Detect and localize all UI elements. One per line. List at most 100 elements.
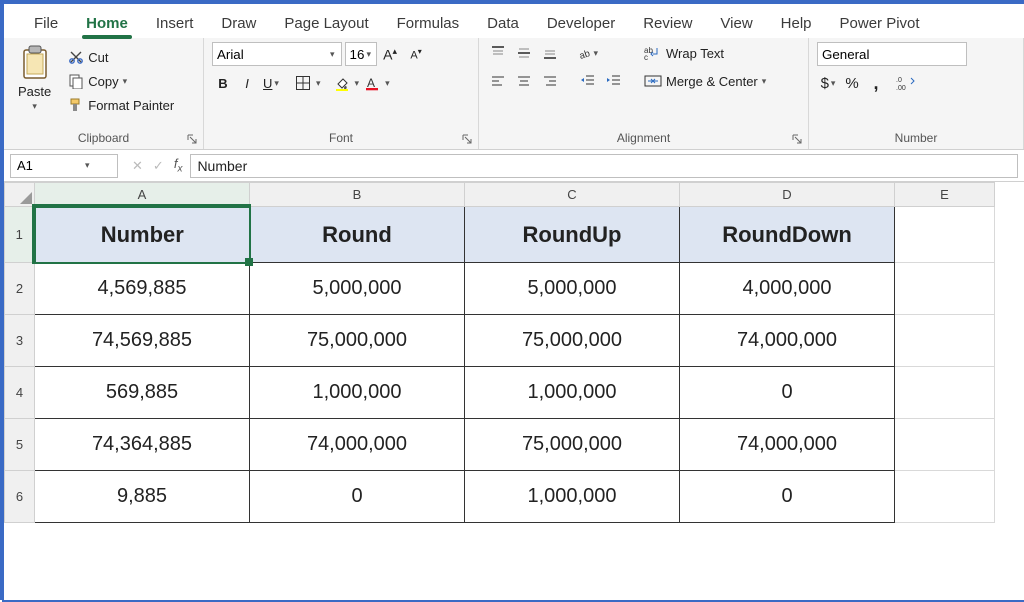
tab-data[interactable]: Data: [473, 9, 533, 38]
cell-B6[interactable]: 0: [250, 471, 465, 523]
dialog-launcher-alignment[interactable]: [790, 132, 804, 146]
cell-C5[interactable]: 75,000,000: [465, 419, 680, 471]
col-header-C[interactable]: C: [465, 183, 680, 207]
percent-format-button[interactable]: %: [841, 72, 863, 94]
row-header-5[interactable]: 5: [5, 419, 35, 471]
col-header-E[interactable]: E: [895, 183, 995, 207]
formula-input[interactable]: Number: [190, 154, 1018, 178]
align-top-button[interactable]: [487, 42, 509, 64]
align-left-button[interactable]: [487, 70, 509, 92]
cell-E2[interactable]: [895, 263, 995, 315]
align-center-button[interactable]: [513, 70, 535, 92]
cell-D5[interactable]: 74,000,000: [680, 419, 895, 471]
chevron-down-icon[interactable]: ▾: [316, 78, 321, 89]
chevron-down-icon[interactable]: ▾: [330, 49, 335, 60]
comma-format-button[interactable]: ,: [865, 72, 887, 94]
row-header-6[interactable]: 6: [5, 471, 35, 523]
align-middle-button[interactable]: [513, 42, 535, 64]
increase-indent-button[interactable]: [603, 70, 625, 92]
chevron-down-icon[interactable]: ▾: [367, 49, 372, 60]
increase-font-button[interactable]: A▴: [379, 43, 401, 65]
chevron-down-icon[interactable]: ▾: [85, 160, 90, 171]
tab-draw[interactable]: Draw: [207, 9, 270, 38]
spreadsheet-grid[interactable]: A B C D E 1 Number Round RoundUp RoundDo…: [4, 182, 1024, 523]
cell-B3[interactable]: 75,000,000: [250, 315, 465, 367]
dialog-launcher-font[interactable]: [460, 132, 474, 146]
enter-formula-icon[interactable]: ✓: [153, 158, 164, 174]
cell-E1[interactable]: [895, 207, 995, 263]
name-box-input[interactable]: [15, 157, 85, 174]
orientation-button[interactable]: ab▾: [577, 42, 599, 64]
col-header-A[interactable]: A: [35, 183, 250, 207]
font-color-button[interactable]: A: [361, 72, 383, 94]
chevron-down-icon[interactable]: ▾: [385, 78, 390, 89]
bold-button[interactable]: B: [212, 72, 234, 94]
tab-file[interactable]: File: [20, 9, 72, 38]
cell-E5[interactable]: [895, 419, 995, 471]
col-header-B[interactable]: B: [250, 183, 465, 207]
cell-C4[interactable]: 1,000,000: [465, 367, 680, 419]
name-box[interactable]: ▾: [10, 154, 118, 178]
cell-B1[interactable]: Round: [250, 207, 465, 263]
decrease-font-button[interactable]: A▾: [405, 43, 427, 65]
cell-C6[interactable]: 1,000,000: [465, 471, 680, 523]
cell-A1[interactable]: Number: [35, 207, 250, 263]
wrap-text-button[interactable]: abc Wrap Text: [639, 42, 771, 64]
cancel-formula-icon[interactable]: ✕: [132, 158, 143, 174]
row-header-1[interactable]: 1: [5, 207, 35, 263]
align-bottom-button[interactable]: [539, 42, 561, 64]
increase-decimal-button[interactable]: .0.00: [895, 72, 917, 94]
decrease-indent-button[interactable]: [577, 70, 599, 92]
align-right-button[interactable]: [539, 70, 561, 92]
tab-developer[interactable]: Developer: [533, 9, 629, 38]
cell-D3[interactable]: 74,000,000: [680, 315, 895, 367]
cell-C2[interactable]: 5,000,000: [465, 263, 680, 315]
cell-A5[interactable]: 74,364,885: [35, 419, 250, 471]
col-header-D[interactable]: D: [680, 183, 895, 207]
tab-review[interactable]: Review: [629, 9, 706, 38]
merge-center-button[interactable]: Merge & Center ▾: [639, 70, 771, 92]
number-format-input[interactable]: [817, 42, 967, 66]
copy-button[interactable]: Copy ▾: [63, 70, 179, 92]
select-all-button[interactable]: [5, 183, 35, 207]
chevron-down-icon[interactable]: ▾: [355, 78, 360, 89]
font-size-input[interactable]: [345, 42, 377, 66]
tab-home[interactable]: Home: [72, 9, 142, 38]
cell-B2[interactable]: 5,000,000: [250, 263, 465, 315]
cell-A6[interactable]: 9,885: [35, 471, 250, 523]
tab-view[interactable]: View: [706, 9, 766, 38]
accounting-format-button[interactable]: $▾: [817, 72, 839, 94]
cell-E3[interactable]: [895, 315, 995, 367]
cell-B4[interactable]: 1,000,000: [250, 367, 465, 419]
cell-E6[interactable]: [895, 471, 995, 523]
tab-help[interactable]: Help: [767, 9, 826, 38]
tab-page-layout[interactable]: Page Layout: [270, 9, 382, 38]
tab-formulas[interactable]: Formulas: [383, 9, 474, 38]
cut-button[interactable]: Cut: [63, 46, 179, 68]
tab-power-pivot[interactable]: Power Pivot: [826, 9, 934, 38]
cell-D6[interactable]: 0: [680, 471, 895, 523]
italic-button[interactable]: I: [236, 72, 258, 94]
cell-C1[interactable]: RoundUp: [465, 207, 680, 263]
row-header-4[interactable]: 4: [5, 367, 35, 419]
fill-color-button[interactable]: [331, 72, 353, 94]
format-painter-button[interactable]: Format Painter: [63, 94, 179, 116]
tab-insert[interactable]: Insert: [142, 9, 208, 38]
cell-A4[interactable]: 569,885: [35, 367, 250, 419]
row-header-2[interactable]: 2: [5, 263, 35, 315]
cell-A2[interactable]: 4,569,885: [35, 263, 250, 315]
cell-C3[interactable]: 75,000,000: [465, 315, 680, 367]
cell-A3[interactable]: 74,569,885: [35, 315, 250, 367]
paste-button[interactable]: Paste ▾: [12, 42, 57, 114]
cell-D2[interactable]: 4,000,000: [680, 263, 895, 315]
row-header-3[interactable]: 3: [5, 315, 35, 367]
fx-icon[interactable]: fx: [174, 156, 183, 175]
cell-D1[interactable]: RoundDown: [680, 207, 895, 263]
underline-button[interactable]: U▾: [260, 72, 282, 94]
cell-D4[interactable]: 0: [680, 367, 895, 419]
cell-E4[interactable]: [895, 367, 995, 419]
dialog-launcher-clipboard[interactable]: [185, 132, 199, 146]
cell-B5[interactable]: 74,000,000: [250, 419, 465, 471]
font-name-input[interactable]: [212, 42, 342, 66]
borders-button[interactable]: [292, 72, 314, 94]
